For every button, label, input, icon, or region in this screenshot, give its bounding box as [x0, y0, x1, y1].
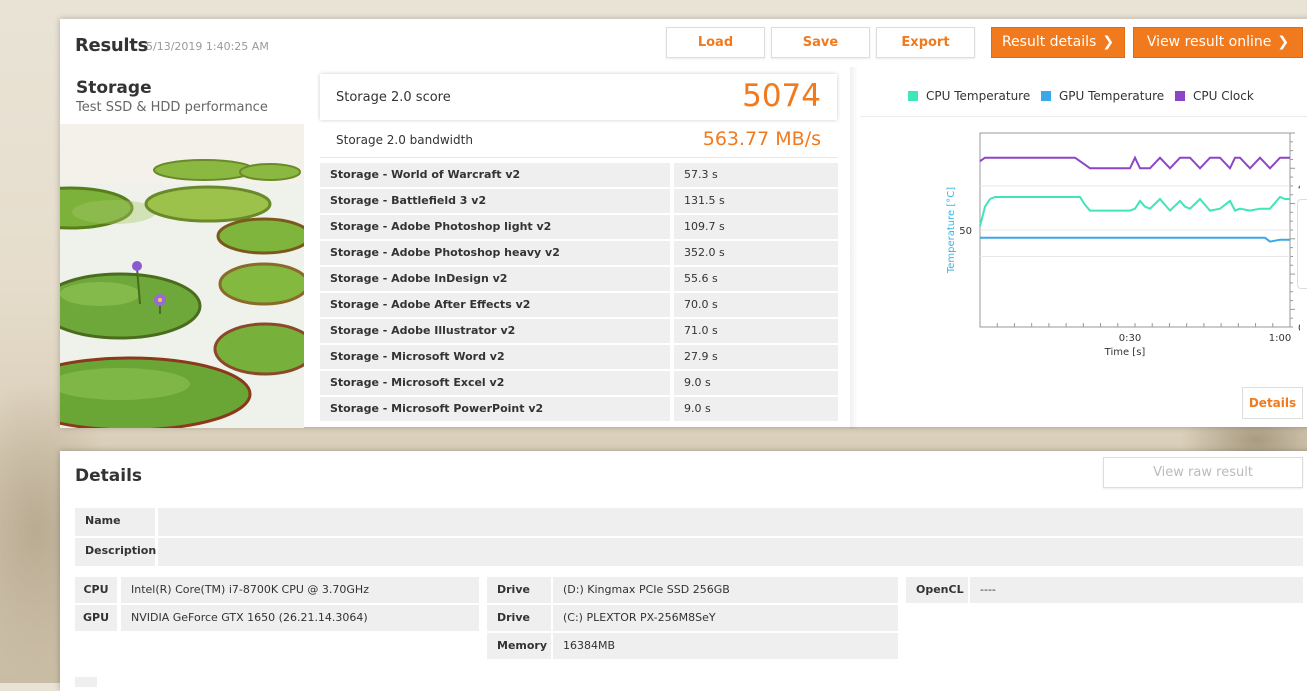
overall-score-card: Storage 2.0 score 5074	[320, 74, 837, 120]
subtest-value: 71.0 s	[674, 319, 838, 343]
gpu-label: GPU	[75, 605, 117, 631]
legend-swatch	[908, 91, 918, 101]
view-result-online-button[interactable]: View result online ❯	[1133, 27, 1303, 58]
legend-label: CPU Clock	[1193, 89, 1254, 103]
monitoring-chart: 0:301:00Time [s]50400020000Temperature […	[946, 132, 1300, 358]
table-row: Storage - Adobe Illustrator v2 71.0 s	[320, 319, 838, 343]
subtest-value: 55.6 s	[674, 267, 838, 291]
memory-label: Memory	[487, 633, 551, 659]
chevron-right-icon: ❯	[1102, 34, 1115, 50]
legend-label: CPU Temperature	[926, 89, 1031, 103]
subtest-value: 131.5 s	[674, 189, 838, 213]
view-result-online-label: View result online	[1146, 34, 1272, 50]
score-label: Storage 2.0 score	[336, 90, 451, 105]
name-value	[158, 508, 1303, 536]
table-row: Storage - Battlefield 3 v2 131.5 s	[320, 189, 838, 213]
results-date: 5/13/2019 1:40:25 AM	[146, 40, 269, 53]
gpu-value: NVIDIA GeForce GTX 1650 (26.21.14.3064)	[121, 605, 479, 631]
test-image-lily-pads	[60, 124, 304, 428]
subtest-value: 57.3 s	[674, 163, 838, 187]
bandwidth-value: 563.77 MB/s	[702, 128, 821, 150]
result-details-button[interactable]: Result details ❯	[991, 27, 1125, 58]
subtest-table: Storage - World of Warcraft v2 57.3 s Sto…	[320, 163, 838, 423]
save-button[interactable]: Save	[771, 27, 870, 58]
table-row: Storage - Adobe Photoshop light v2 109.7 …	[320, 215, 838, 239]
bandwidth-card: Storage 2.0 bandwidth 563.77 MB/s	[320, 123, 837, 158]
x-tick-label: 1:00	[1269, 333, 1291, 344]
subtest-value: 27.9 s	[674, 345, 838, 369]
subtest-name: Storage - Adobe Illustrator v2	[320, 319, 670, 343]
legend-gpu-temperature[interactable]: GPU Temperature	[1041, 89, 1164, 103]
chevron-right-icon: ❯	[1277, 34, 1290, 50]
lily-pad-illustration	[60, 124, 304, 428]
export-button[interactable]: Export	[876, 27, 975, 58]
cpu-label: CPU	[75, 577, 117, 603]
y-left-axis-label: Temperature [°C]	[946, 187, 957, 274]
name-label: Name	[75, 508, 155, 536]
score-value: 5074	[742, 78, 821, 114]
subtest-name: Storage - Adobe After Effects v2	[320, 293, 670, 317]
legend-swatch	[1041, 91, 1051, 101]
subtest-name: Storage - Microsoft Word v2	[320, 345, 670, 369]
details-panel: Details View raw result Name Description…	[60, 451, 1307, 691]
results-title: Results	[75, 35, 148, 56]
view-raw-result-button[interactable]: View raw result	[1103, 457, 1303, 488]
chart-header-divider	[860, 116, 1307, 117]
table-row: Storage - Microsoft PowerPoint v2 9.0 s	[320, 397, 838, 421]
load-button[interactable]: Load	[666, 27, 765, 58]
test-title: Storage	[76, 78, 152, 98]
table-row: Storage - World of Warcraft v2 57.3 s	[320, 163, 838, 187]
legend-label: GPU Temperature	[1059, 89, 1165, 103]
x-tick-label: 0:30	[1119, 333, 1141, 344]
drive-label: Drive	[487, 577, 551, 603]
subtest-name: Storage - Adobe Photoshop heavy v2	[320, 241, 670, 265]
legend-cpu-clock[interactable]: CPU Clock	[1175, 89, 1254, 103]
opencl-label: OpenCL	[906, 577, 968, 603]
subtest-value: 352.0 s	[674, 241, 838, 265]
drive-d-value: (D:) Kingmax PCIe SSD 256GB	[553, 577, 898, 603]
table-row: Storage - Adobe Photoshop heavy v2 352.0 …	[320, 241, 838, 265]
bandwidth-label: Storage 2.0 bandwidth	[336, 133, 473, 147]
results-panel: Results 5/13/2019 1:40:25 AM Load Save E…	[60, 19, 1307, 429]
subtest-name: Storage - Adobe Photoshop light v2	[320, 215, 670, 239]
description-label: Description	[75, 538, 156, 566]
subtest-name: Storage - World of Warcraft v2	[320, 163, 670, 187]
legend-cpu-temperature[interactable]: CPU Temperature	[908, 89, 1030, 103]
drive-label: Drive	[487, 605, 551, 631]
cpu-value: Intel(R) Core(TM) i7-8700K CPU @ 3.70GHz	[121, 577, 479, 603]
subtest-value: 9.0 s	[674, 371, 838, 395]
table-row: Storage - Adobe InDesign v2 55.6 s	[320, 267, 838, 291]
opencl-value: ----	[970, 577, 1303, 603]
subtest-value: 70.0 s	[674, 293, 838, 317]
y-right-tick-label: 0	[1298, 323, 1300, 334]
table-row: Storage - Microsoft Excel v2 9.0 s	[320, 371, 838, 395]
table-row: Storage - Adobe After Effects v2 70.0 s	[320, 293, 838, 317]
table-row: Storage - Microsoft Word v2 27.9 s	[320, 345, 838, 369]
subtest-value: 9.0 s	[674, 397, 838, 421]
subtest-name: Storage - Adobe InDesign v2	[320, 267, 670, 291]
result-details-label: Result details	[1001, 34, 1097, 50]
drive-c-value: (C:) PLEXTOR PX-256M8SeY	[553, 605, 898, 631]
y-left-tick-label: 50	[959, 226, 972, 237]
memory-value: 16384MB	[553, 633, 898, 659]
subtest-name: Storage - Microsoft Excel v2	[320, 371, 670, 395]
subtest-value: 109.7 s	[674, 215, 838, 239]
test-subtitle: Test SSD & HDD performance	[76, 100, 268, 115]
subtest-name: Storage - Microsoft PowerPoint v2	[320, 397, 670, 421]
subtest-name: Storage - Battlefield 3 v2	[320, 189, 670, 213]
x-axis-label: Time [s]	[1104, 347, 1146, 358]
column-divider	[850, 67, 858, 429]
details-title: Details	[75, 466, 143, 486]
y-right-tick-label: 4000	[1298, 182, 1300, 193]
chart-details-button[interactable]: Details	[1242, 387, 1303, 419]
legend-swatch	[1175, 91, 1185, 101]
description-value	[158, 538, 1303, 566]
collapsed-section-marker	[75, 677, 97, 687]
side-panel-tab[interactable]	[1297, 199, 1307, 289]
